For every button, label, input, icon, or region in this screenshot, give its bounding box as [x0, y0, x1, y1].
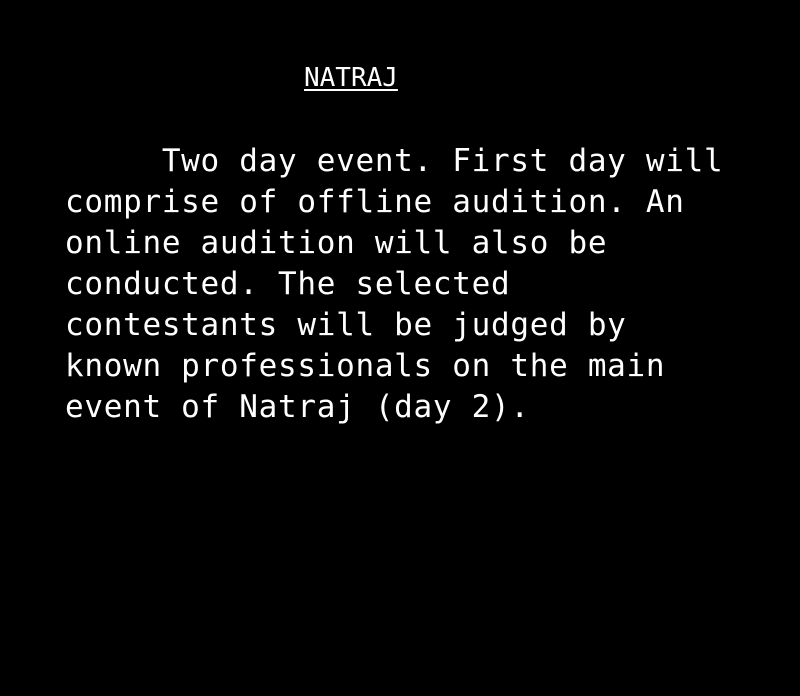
description-line: conducted. The selected	[65, 266, 511, 302]
description-line: known professionals on the main	[65, 348, 666, 384]
description-line: online audition will also be	[65, 225, 608, 261]
description-line: comprise of offline audition. An	[65, 184, 685, 220]
description-line: Two day event. First day will	[65, 143, 724, 179]
description-line: event of Natraj (day 2).	[65, 389, 530, 425]
event-description: Two day event. First day will comprise o…	[65, 141, 745, 428]
description-line: contestants will be judged by	[65, 307, 627, 343]
event-title: NATRAJ	[304, 63, 398, 93]
